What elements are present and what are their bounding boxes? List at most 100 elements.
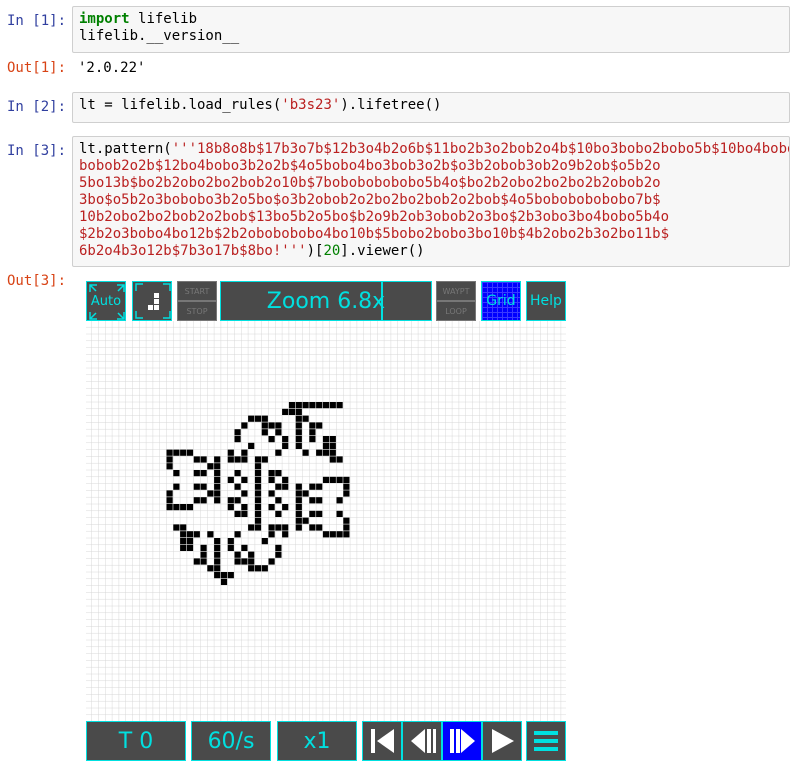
play-icon [492, 729, 514, 753]
live-cell [309, 497, 316, 504]
live-cell [173, 504, 180, 511]
cell-1-code[interactable]: import lifelib lifelib.__version__ [72, 6, 790, 53]
live-cell [275, 422, 282, 429]
live-cell [329, 476, 336, 483]
live-cell [268, 531, 275, 538]
live-cell [254, 456, 262, 463]
live-cell [193, 558, 200, 565]
live-cell [295, 415, 302, 422]
live-cell [268, 436, 275, 443]
waypoint-button[interactable]: WAYPT [436, 281, 476, 301]
rle-line: '''18b8o8b$17b3o7b$12b3o4b2o6b$11bo2b3o2… [171, 141, 790, 157]
live-cell [261, 565, 268, 572]
zoom-slider[interactable]: Zoom 6.8x [220, 281, 432, 321]
live-cell [241, 476, 248, 483]
start-button[interactable]: START [177, 281, 217, 301]
live-cell [207, 531, 214, 538]
live-cell [268, 558, 275, 565]
stop-button[interactable]: STOP [177, 301, 217, 321]
live-cell [214, 470, 221, 477]
live-cell [254, 565, 262, 572]
pattern-grid [86, 321, 566, 721]
live-cell [200, 470, 207, 477]
live-cell [316, 524, 323, 531]
live-cell [336, 497, 343, 504]
cell-2-code[interactable]: lt = lifelib.load_rules('b3s23').lifetre… [72, 92, 790, 123]
live-cell [309, 524, 316, 531]
live-cell [329, 442, 336, 449]
cell-3-code[interactable]: lt.pattern('''18b8o8b$17b3o7b$12b3o4b2o6… [72, 136, 790, 267]
live-cell [343, 483, 350, 490]
live-cell [214, 476, 221, 483]
cell-1-input-prompt: In [1]: [7, 13, 67, 29]
live-cell [214, 544, 221, 551]
live-cell [254, 524, 262, 531]
live-cell [268, 490, 275, 497]
play-button[interactable] [482, 721, 522, 761]
live-cell [275, 551, 282, 558]
live-cell [316, 449, 323, 456]
live-cell [282, 442, 289, 449]
live-cell [227, 544, 234, 551]
live-cell [214, 572, 221, 579]
live-cell [166, 449, 173, 456]
help-button[interactable]: Help [526, 281, 566, 321]
live-cell [227, 449, 234, 456]
cell-3-output-prompt: Out[3]: [7, 273, 67, 289]
generation-counter[interactable]: T 0 [86, 721, 186, 761]
live-cell [329, 436, 336, 443]
live-cell [180, 531, 187, 538]
step-slider[interactable]: x1 [277, 721, 357, 761]
live-cell [234, 470, 241, 477]
live-cell [322, 449, 330, 456]
live-cell [241, 544, 248, 551]
grid-button[interactable]: Grid [481, 281, 521, 321]
code-bracket-close: ] [340, 243, 349, 259]
live-cell [200, 544, 207, 551]
live-cell [166, 490, 173, 497]
live-cell [343, 490, 350, 497]
live-cell [214, 483, 221, 490]
live-cell [193, 456, 200, 463]
live-cell [180, 524, 187, 531]
live-cell [248, 415, 255, 422]
live-cell [268, 476, 275, 483]
loop-button[interactable]: LOOP [436, 301, 476, 321]
import-keyword: import [79, 11, 130, 27]
live-cell [302, 449, 309, 456]
code-line-2: lifelib.__version__ [79, 28, 240, 44]
live-cell [234, 456, 241, 463]
live-cell [173, 470, 180, 477]
zoom-slider-thumb[interactable] [381, 282, 383, 320]
step-back-button[interactable] [402, 721, 442, 761]
rle-line: 6b2o4b3o12b$7b3o17b$8bo!''' [79, 243, 307, 259]
rle-line: $2b2o3bobo4bo12b$2b2obobobobo4bo10b$5bob… [79, 226, 670, 242]
fit-icon [135, 283, 171, 319]
speed-slider[interactable]: 60/s [191, 721, 271, 761]
live-cell [329, 531, 336, 538]
live-cell [200, 483, 207, 490]
live-cell [186, 504, 194, 511]
pattern-canvas[interactable] [86, 321, 566, 721]
live-cell [322, 436, 330, 443]
live-cell [309, 510, 316, 517]
live-cell [302, 517, 309, 524]
live-cell [193, 497, 200, 504]
live-cell [275, 524, 282, 531]
menu-button[interactable] [526, 721, 566, 761]
code-suffix: .viewer() [348, 243, 425, 259]
live-cell [200, 497, 207, 504]
lifeviewer[interactable]: Auto START STOP Zoom 6.8x WAYPT LOOP Gri… [86, 281, 566, 761]
fit-button[interactable] [132, 281, 172, 321]
live-cell [248, 524, 255, 531]
auto-button[interactable]: Auto [86, 281, 126, 321]
live-cell [200, 551, 207, 558]
live-cell [268, 504, 275, 511]
live-cell [254, 470, 262, 477]
pause-button[interactable] [442, 721, 482, 761]
live-cell [241, 456, 248, 463]
live-cell [186, 544, 194, 551]
live-cell [282, 408, 289, 415]
rewind-button[interactable] [362, 721, 402, 761]
live-cell [173, 449, 180, 456]
